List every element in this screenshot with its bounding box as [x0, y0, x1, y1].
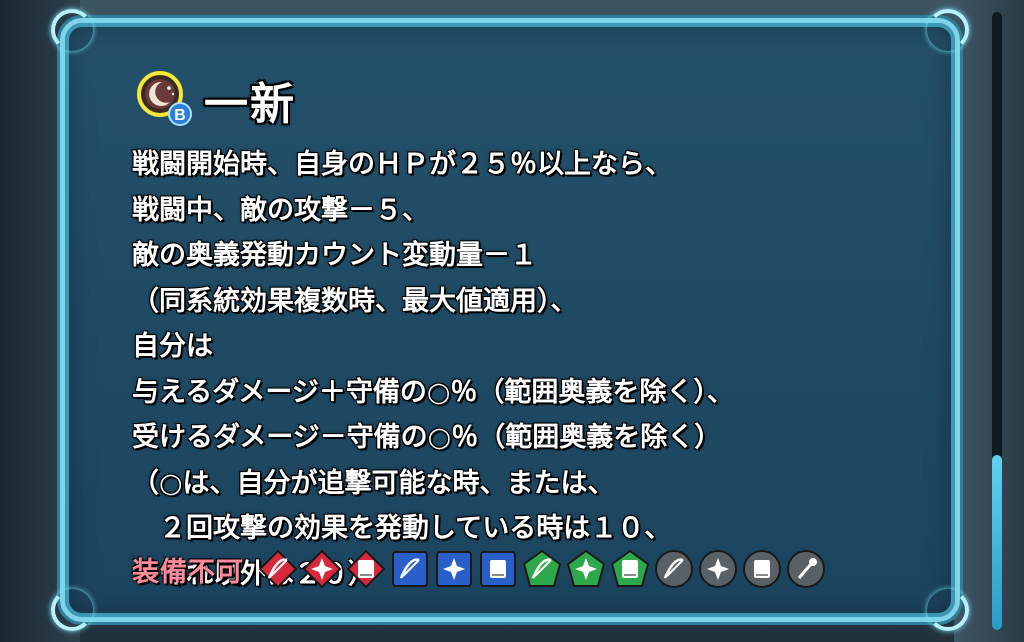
gray-bow-icon: [655, 550, 693, 588]
green-dagger-icon: [566, 549, 606, 587]
panel-corner-ornament: [927, 589, 969, 631]
equip-restriction-label: 装備不可: [132, 556, 244, 588]
panel-corner-ornament: [51, 589, 93, 631]
gray-tome-icon: [743, 550, 781, 588]
blue-tome-icon: [480, 551, 516, 587]
background-right: [954, 0, 1024, 642]
skill-crescent-icon: B: [137, 71, 192, 126]
blue-dagger-icon: [436, 551, 472, 587]
red-bow-icon: [258, 549, 298, 589]
equip-restriction-row: 装備不可: [132, 545, 830, 593]
blue-bow-icon: [392, 551, 428, 587]
gray-dagger-icon: [699, 550, 737, 588]
description-line: （○は、自分が追撃可能な時、または、: [132, 467, 615, 499]
description-line: 受けるダメージ－守備の○％（範囲奥義を除く）: [132, 422, 722, 453]
description-line: （同系統効果複数時、最大値適用）、: [132, 285, 578, 317]
green-tome-icon: [610, 549, 650, 587]
green-bow-icon: [522, 549, 562, 587]
scrollbar-thumb[interactable]: [992, 455, 1002, 630]
weapon-icon-list: [258, 549, 830, 589]
skill-description: 戦闘開始時、自身のＨＰが２５％以上なら、 戦闘中、敵の攻撃－５、 敵の奥義発動カ…: [132, 142, 912, 597]
panel-corner-ornament: [51, 9, 93, 51]
red-tome-icon: [346, 549, 386, 589]
description-line: 戦闘開始時、自身のＨＰが２５％以上なら、: [132, 149, 672, 180]
gray-staff-icon: [787, 550, 825, 588]
panel-corner-ornament: [927, 9, 969, 51]
red-dagger-icon: [302, 549, 342, 589]
description-line: 戦闘中、敵の攻撃－５、: [132, 194, 429, 226]
description-line: 敵の奥義発動カウント変動量－１: [132, 240, 537, 271]
skill-title: 一新: [204, 79, 296, 130]
description-line: 与えるダメージ＋守備の○％（範囲奥義を除く）、: [132, 376, 734, 408]
description-line: 自分は: [132, 331, 213, 362]
skill-slot-letter: B: [174, 107, 186, 124]
